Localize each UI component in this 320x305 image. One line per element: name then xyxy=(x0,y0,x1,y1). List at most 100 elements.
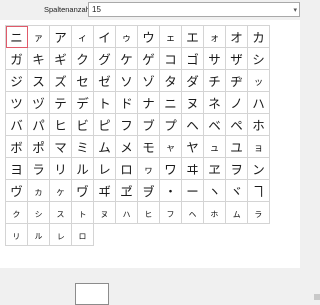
character-cell[interactable]: ボ xyxy=(6,136,28,158)
character-cell[interactable]: ㇶ xyxy=(138,202,160,224)
character-cell[interactable]: テ xyxy=(50,92,72,114)
character-cell[interactable]: ー xyxy=(182,180,204,202)
character-cell[interactable]: パ xyxy=(28,114,50,136)
character-cell[interactable]: ユ xyxy=(226,136,248,158)
character-cell[interactable]: ソ xyxy=(116,70,138,92)
character-cell[interactable]: ロ xyxy=(116,158,138,180)
character-cell[interactable]: ヲ xyxy=(226,158,248,180)
character-cell[interactable]: ㇼ xyxy=(6,224,28,246)
character-cell[interactable]: ヰ xyxy=(182,158,204,180)
character-cell[interactable]: ク xyxy=(72,48,94,70)
character-cell[interactable]: ナ xyxy=(138,92,160,114)
character-cell[interactable]: ド xyxy=(116,92,138,114)
character-cell[interactable]: ㇱ xyxy=(28,202,50,224)
character-cell[interactable]: ャ xyxy=(160,136,182,158)
chevron-down-icon[interactable]: ▾ xyxy=(293,4,297,17)
character-cell[interactable]: ィ xyxy=(72,26,94,48)
character-cell[interactable]: カ xyxy=(248,26,270,48)
character-cell[interactable]: ゴ xyxy=(182,48,204,70)
character-cell[interactable]: ズ xyxy=(50,70,72,92)
character-cell[interactable]: ・ xyxy=(160,180,182,202)
character-cell[interactable]: ァ xyxy=(28,26,50,48)
character-cell[interactable]: ヿ xyxy=(248,180,270,202)
character-cell[interactable]: ヅ xyxy=(28,92,50,114)
character-cell[interactable]: ワ xyxy=(160,158,182,180)
character-cell[interactable]: ゥ xyxy=(116,26,138,48)
character-cell[interactable]: ヌ xyxy=(182,92,204,114)
character-cell[interactable]: ケ xyxy=(116,48,138,70)
character-cell[interactable]: ㇳ xyxy=(72,202,94,224)
character-cell[interactable]: ノ xyxy=(226,92,248,114)
character-cell[interactable]: ㇸ xyxy=(182,202,204,224)
character-cell[interactable]: グ xyxy=(94,48,116,70)
character-cell[interactable]: ヤ xyxy=(182,136,204,158)
character-cell[interactable]: ㇺ xyxy=(226,202,248,224)
character-cell[interactable]: ダ xyxy=(182,70,204,92)
character-cell[interactable]: イ xyxy=(94,26,116,48)
character-cell[interactable]: ザ xyxy=(226,48,248,70)
character-cell[interactable]: ヒ xyxy=(50,114,72,136)
character-cell[interactable]: ヮ xyxy=(138,158,160,180)
character-cell[interactable]: ア xyxy=(50,26,72,48)
character-cell[interactable]: ラ xyxy=(28,158,50,180)
character-cell[interactable]: ヺ xyxy=(138,180,160,202)
character-cell[interactable]: ㇻ xyxy=(248,202,270,224)
character-cell[interactable]: レ xyxy=(94,158,116,180)
character-cell[interactable]: ウ xyxy=(138,26,160,48)
character-cell[interactable]: ヾ xyxy=(226,180,248,202)
character-cell[interactable]: ュ xyxy=(204,136,226,158)
character-cell[interactable]: シ xyxy=(248,48,270,70)
character-cell[interactable]: ン xyxy=(248,158,270,180)
character-cell[interactable]: ㇽ xyxy=(28,224,50,246)
character-cell[interactable]: メ xyxy=(116,136,138,158)
character-cell[interactable]: ハ xyxy=(248,92,270,114)
character-cell[interactable]: ッ xyxy=(248,70,270,92)
character-cell[interactable]: タ xyxy=(160,70,182,92)
character-cell[interactable]: ブ xyxy=(138,114,160,136)
character-cell[interactable]: プ xyxy=(160,114,182,136)
character-cell[interactable]: フ xyxy=(116,114,138,136)
character-cell[interactable]: ㇴ xyxy=(94,202,116,224)
character-cell[interactable]: ミ xyxy=(72,136,94,158)
character-cell[interactable]: ニ xyxy=(6,26,28,48)
character-cell[interactable]: コ xyxy=(160,48,182,70)
character-cell[interactable]: ス xyxy=(28,70,50,92)
character-cell[interactable]: ㇷ xyxy=(160,202,182,224)
character-cell[interactable]: ヱ xyxy=(204,158,226,180)
character-cell[interactable]: ォ xyxy=(204,26,226,48)
character-cell[interactable]: ヂ xyxy=(226,70,248,92)
character-cell[interactable]: ヨ xyxy=(6,158,28,180)
character-cell[interactable]: ㇿ xyxy=(72,224,94,246)
character-cell[interactable]: セ xyxy=(72,70,94,92)
character-cell[interactable]: ゲ xyxy=(138,48,160,70)
character-cell[interactable]: ヘ xyxy=(182,114,204,136)
character-cell[interactable]: オ xyxy=(226,26,248,48)
columns-select[interactable]: 15 ▾ xyxy=(88,2,300,17)
character-cell[interactable]: ㇵ xyxy=(116,202,138,224)
character-cell[interactable]: デ xyxy=(72,92,94,114)
character-cell[interactable]: ゼ xyxy=(94,70,116,92)
character-cell[interactable]: ギ xyxy=(50,48,72,70)
character-cell[interactable]: マ xyxy=(50,136,72,158)
character-cell[interactable]: ㇰ xyxy=(6,202,28,224)
character-cell[interactable]: リ xyxy=(50,158,72,180)
character-cell[interactable]: ト xyxy=(94,92,116,114)
character-cell[interactable]: ェ xyxy=(160,26,182,48)
character-cell[interactable]: ベ xyxy=(204,114,226,136)
character-cell[interactable]: ョ xyxy=(248,136,270,158)
character-cell[interactable]: ㇾ xyxy=(50,224,72,246)
character-cell[interactable]: ガ xyxy=(6,48,28,70)
character-cell[interactable]: ツ xyxy=(6,92,28,114)
character-cell[interactable]: エ xyxy=(182,26,204,48)
character-cell[interactable]: キ xyxy=(28,48,50,70)
character-cell[interactable]: モ xyxy=(138,136,160,158)
character-cell[interactable]: ヵ xyxy=(28,180,50,202)
character-cell[interactable]: サ xyxy=(204,48,226,70)
character-cell[interactable]: ホ xyxy=(248,114,270,136)
character-cell[interactable]: ヷ xyxy=(72,180,94,202)
character-cell[interactable]: ニ xyxy=(160,92,182,114)
character-cell[interactable]: ル xyxy=(72,158,94,180)
character-cell[interactable]: ヶ xyxy=(50,180,72,202)
character-cell[interactable]: ヸ xyxy=(94,180,116,202)
character-cell[interactable]: ヴ xyxy=(6,180,28,202)
